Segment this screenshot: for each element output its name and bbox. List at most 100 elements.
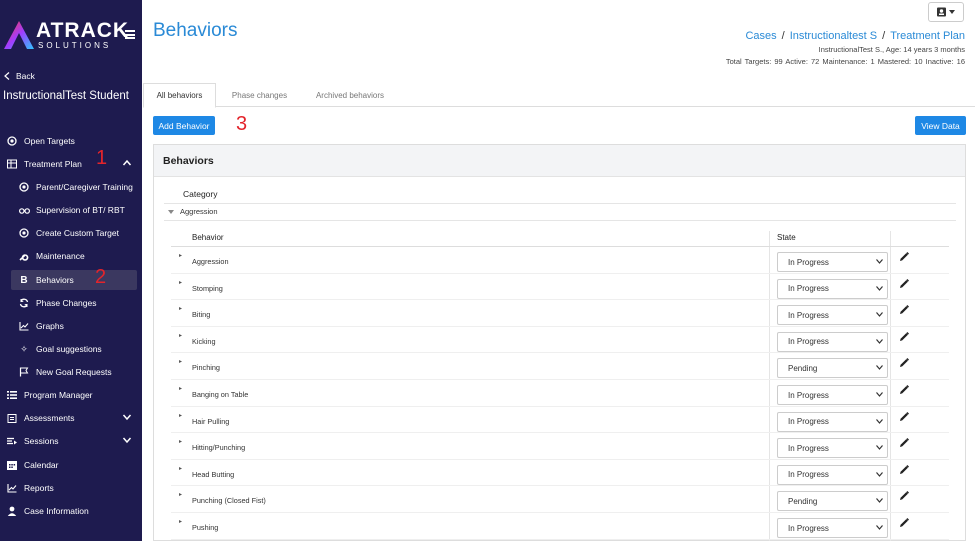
state-select[interactable]: In Progress (777, 305, 888, 326)
table-row: ▸ Banging on Table In Progress (171, 380, 949, 407)
edit-pencil-icon[interactable] (898, 251, 910, 263)
edit-pencil-icon[interactable] (898, 464, 910, 476)
state-select[interactable]: In Progress (777, 518, 888, 538)
target-icon (6, 135, 18, 147)
sidebar-item-phase-changes[interactable]: Phase Changes (0, 293, 142, 313)
table-icon (6, 158, 18, 170)
breadcrumb: Cases / Instructionaltest S / Treatment … (745, 30, 965, 42)
state-select-value: In Progress (788, 337, 829, 347)
sidebar-item-label: Graphs (36, 321, 64, 331)
behaviors-panel: Behaviors Category Aggression Behavior S… (153, 144, 966, 541)
chevron-down-icon (876, 365, 883, 371)
expand-caret-icon[interactable]: ▸ (179, 279, 182, 286)
sidebar-item-open-targets[interactable]: Open Targets (0, 131, 142, 151)
state-select[interactable]: In Progress (777, 252, 888, 272)
table-row: ▸ Stomping In Progress (171, 274, 949, 301)
sidebar-item-label: Behaviors (36, 275, 74, 285)
edit-pencil-icon[interactable] (898, 357, 910, 369)
category-row-aggression[interactable]: Aggression (168, 207, 218, 216)
view-data-button[interactable]: View Data (915, 116, 966, 135)
expand-caret-icon[interactable]: ▸ (179, 305, 182, 312)
sidebar-item-graphs[interactable]: Graphs (0, 316, 142, 336)
edit-pencil-icon[interactable] (898, 517, 910, 529)
state-select[interactable]: Pending (777, 491, 888, 512)
tab-all-behaviors[interactable]: All behaviors (143, 83, 216, 108)
edit-pencil-icon[interactable] (898, 437, 910, 449)
expand-caret-icon[interactable]: ▸ (179, 518, 182, 525)
sync-icon (18, 297, 30, 309)
state-select[interactable]: In Progress (777, 385, 888, 405)
account-menu-button[interactable] (928, 2, 964, 22)
clipboard-icon (6, 412, 18, 424)
expand-caret-icon[interactable]: ▸ (179, 332, 182, 339)
table-row: ▸ Aggression In Progress (171, 247, 949, 274)
breadcrumb-cases[interactable]: Cases (745, 30, 776, 42)
state-select[interactable]: In Progress (777, 438, 888, 459)
chevron-up-icon (122, 159, 132, 166)
sidebar-item-parent-caregiver-training[interactable]: Parent/Caregiver Training (0, 177, 142, 197)
state-select-value: In Progress (788, 390, 829, 400)
sidebar-item-assessments[interactable]: Assessments (0, 408, 142, 428)
state-select-value: In Progress (788, 257, 829, 267)
breadcrumb-treatment-plan[interactable]: Treatment Plan (890, 30, 965, 42)
flag-icon (18, 366, 30, 378)
menu-toggle-icon[interactable] (125, 30, 135, 39)
edit-pencil-icon[interactable] (898, 278, 910, 290)
state-select[interactable]: In Progress (777, 464, 888, 485)
sidebar-item-program-manager[interactable]: Program Manager (0, 385, 142, 405)
state-select-value: In Progress (788, 443, 829, 453)
sidebar-item-behaviors[interactable]: B Behaviors (11, 270, 137, 290)
sidebar-item-label: Case Information (24, 506, 89, 516)
expand-caret-icon[interactable]: ▸ (179, 252, 182, 259)
expand-caret-icon[interactable]: ▸ (179, 438, 182, 445)
sidebar-item-reports[interactable]: Reports (0, 478, 142, 498)
state-select[interactable]: Pending (777, 358, 888, 379)
edit-pencil-icon[interactable] (898, 304, 910, 316)
edit-pencil-icon[interactable] (898, 384, 910, 396)
edit-pencil-icon[interactable] (898, 490, 910, 502)
atrack-logo[interactable]: ATRACK SOLUTIONS (4, 18, 128, 52)
state-select-value: In Progress (788, 470, 829, 480)
chevron-down-icon (876, 445, 883, 451)
panel-title: Behaviors (154, 145, 965, 177)
behavior-name: Stomping (192, 283, 223, 293)
sidebar-item-label: Goal suggestions (36, 344, 102, 354)
sidebar-item-maintenance[interactable]: Maintenance (0, 246, 142, 266)
chevron-down-icon (876, 471, 883, 477)
expand-caret-icon[interactable]: ▸ (179, 358, 182, 365)
sidebar-item-label: Treatment Plan (24, 159, 82, 169)
state-select-value: Pending (788, 363, 818, 373)
column-header-state: State (777, 233, 796, 242)
edit-pencil-icon[interactable] (898, 331, 910, 343)
state-select[interactable]: In Progress (777, 331, 888, 352)
behavior-name: Head Butting (192, 469, 235, 479)
sidebar-item-label: Sessions (24, 436, 59, 446)
expand-caret-icon[interactable]: ▸ (179, 491, 182, 498)
table-row: ▸ Biting In Progress (171, 300, 949, 327)
add-behavior-button[interactable]: Add Behavior (153, 116, 215, 135)
expand-caret-icon[interactable]: ▸ (179, 465, 182, 472)
expand-caret-icon[interactable]: ▸ (179, 385, 182, 392)
state-select[interactable]: In Progress (777, 411, 888, 432)
table-row: ▸ Punching (Closed Fist) Pending (171, 486, 949, 513)
tab-phase-changes[interactable]: Phase changes (223, 83, 296, 107)
tab-archived-behaviors[interactable]: Archived behaviors (305, 83, 395, 107)
sidebar-item-create-custom-target[interactable]: Create Custom Target (0, 223, 142, 243)
sidebar-item-goal-suggestions[interactable]: ✧ Goal suggestions (0, 339, 142, 359)
sidebar-item-treatment-plan[interactable]: Treatment Plan (0, 154, 142, 174)
sidebar-item-sessions[interactable]: Sessions (0, 431, 142, 451)
sidebar-item-label: Reports (24, 483, 54, 493)
state-select[interactable]: In Progress (777, 278, 888, 299)
sidebar-item-case-information[interactable]: Case Information (0, 501, 142, 521)
expand-caret-icon[interactable]: ▸ (179, 412, 182, 419)
breadcrumb-client[interactable]: Instructionaltest S (790, 30, 877, 42)
chevron-down-icon (122, 437, 132, 444)
sidebar-item-new-goal-requests[interactable]: New Goal Requests (0, 362, 142, 382)
sidebar-item-supervision[interactable]: Supervision of BT/ RBT (0, 200, 142, 220)
edit-pencil-icon[interactable] (898, 411, 910, 423)
behavior-name: Punching (Closed Fist) (192, 496, 266, 506)
back-link[interactable]: Back (4, 71, 35, 81)
caret-down-icon (949, 10, 955, 14)
sidebar-item-calendar[interactable]: Calendar (0, 455, 142, 475)
behavior-name: Pinching (192, 363, 220, 373)
